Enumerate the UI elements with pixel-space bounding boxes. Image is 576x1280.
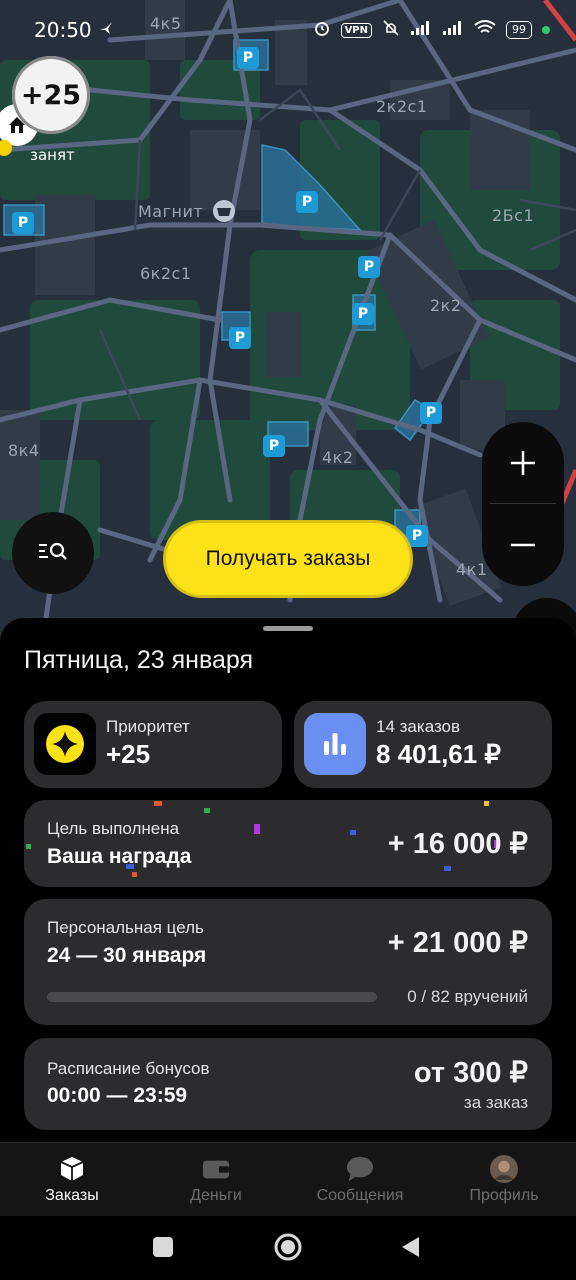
tab-profile-label: Профиль bbox=[469, 1187, 539, 1204]
map-label: 2к2 bbox=[430, 296, 462, 315]
tab-messages-label: Сообщения bbox=[316, 1187, 404, 1204]
zoom-in-button[interactable] bbox=[482, 422, 564, 504]
alarm-icon bbox=[313, 19, 331, 41]
mute-icon bbox=[382, 19, 400, 41]
goal-amount: + 16 000 ₽ bbox=[387, 828, 528, 860]
avatar-icon bbox=[490, 1155, 518, 1183]
personal-goal-dates: 24 — 30 января bbox=[47, 944, 207, 967]
privacy-dot-icon bbox=[542, 26, 550, 34]
bottom-nav: Заказы Деньги Сообщения Профиль bbox=[0, 1142, 576, 1216]
bonus-schedule-hours: 00:00 — 23:59 bbox=[47, 1084, 188, 1107]
parking-marker[interactable]: P bbox=[296, 191, 318, 213]
confetti-decoration bbox=[154, 801, 162, 806]
parking-marker[interactable]: P bbox=[12, 212, 34, 234]
bar-chart-icon bbox=[304, 713, 366, 775]
tab-profile[interactable]: Профиль bbox=[432, 1143, 576, 1217]
priority-value: +25 bbox=[106, 739, 151, 769]
map-label: 6к2с1 bbox=[140, 264, 192, 283]
minus-icon bbox=[511, 543, 535, 547]
busy-label: занят bbox=[30, 146, 75, 164]
status-icons: VPN 99 bbox=[313, 19, 550, 41]
map-label: 2к2с1 bbox=[376, 97, 428, 116]
bottom-sheet[interactable]: Пятница, 23 января Приоритет +25 14 зака… bbox=[0, 618, 576, 1142]
plus-icon bbox=[511, 451, 535, 475]
status-time: 20:50 bbox=[34, 18, 92, 42]
home-button[interactable] bbox=[273, 1232, 303, 1266]
personal-goal-card[interactable]: Персональная цель 24 — 30 января + 21 00… bbox=[24, 899, 552, 1025]
back-triangle-icon bbox=[402, 1237, 419, 1257]
zoom-controls bbox=[482, 422, 564, 586]
parking-marker[interactable]: P bbox=[352, 303, 374, 325]
search-filter-button[interactable] bbox=[12, 512, 94, 594]
chat-icon bbox=[346, 1155, 374, 1183]
tab-messages[interactable]: Сообщения bbox=[288, 1143, 432, 1217]
map-label: 8к4 bbox=[8, 441, 40, 460]
confetti-decoration bbox=[132, 872, 137, 877]
box-icon bbox=[58, 1155, 86, 1183]
battery-indicator: 99 bbox=[506, 21, 532, 39]
goal-label: Цель выполнена bbox=[47, 819, 180, 838]
wifi-icon bbox=[474, 20, 496, 40]
orders-count: 14 заказов bbox=[376, 717, 461, 736]
map-label: 2Бс1 bbox=[492, 206, 535, 225]
get-orders-button[interactable]: Получать заказы bbox=[163, 520, 413, 598]
recents-button[interactable] bbox=[152, 1236, 174, 1262]
sheet-handle[interactable] bbox=[263, 626, 313, 631]
confetti-decoration bbox=[26, 844, 31, 849]
map-label-store[interactable]: Магнит bbox=[138, 202, 203, 221]
priority-label: Приоритет bbox=[106, 717, 190, 736]
bonus-schedule-note: за заказ bbox=[463, 1093, 528, 1112]
orders-card[interactable]: 14 заказов 8 401,61 ₽ bbox=[294, 701, 552, 788]
tab-money-label: Деньги bbox=[190, 1187, 242, 1204]
priority-card[interactable]: Приоритет +25 bbox=[24, 701, 282, 788]
personal-goal-amount: + 21 000 ₽ bbox=[387, 927, 528, 959]
tab-money[interactable]: Деньги bbox=[144, 1143, 288, 1217]
signal-icon bbox=[442, 20, 464, 40]
confetti-decoration bbox=[444, 866, 451, 871]
status-bar: 20:50 VPN 99 bbox=[0, 0, 576, 62]
priority-bubble[interactable]: +25 bbox=[12, 56, 90, 134]
bonus-schedule-card[interactable]: Расписание бонусов 00:00 — 23:59 от 300 … bbox=[24, 1038, 552, 1130]
zoom-out-button[interactable] bbox=[482, 504, 564, 586]
parking-marker[interactable]: P bbox=[263, 435, 285, 457]
goal-title: Ваша награда bbox=[47, 845, 192, 868]
tab-orders-label: Заказы bbox=[45, 1187, 99, 1204]
personal-goal-progress-text: 0 / 82 вручений bbox=[407, 987, 528, 1006]
parking-marker[interactable]: P bbox=[358, 256, 380, 278]
confetti-decoration bbox=[254, 824, 260, 834]
tab-orders[interactable]: Заказы bbox=[0, 1143, 144, 1217]
bonus-schedule-label: Расписание бонусов bbox=[47, 1059, 210, 1078]
parking-marker[interactable]: P bbox=[420, 402, 442, 424]
vpn-badge: VPN bbox=[340, 22, 372, 38]
parking-marker[interactable]: P bbox=[229, 327, 251, 349]
wallet-icon bbox=[202, 1155, 230, 1183]
goal-card[interactable]: Цель выполнена Ваша награда + 16 000 ₽ bbox=[24, 800, 552, 887]
confetti-decoration bbox=[204, 808, 210, 813]
system-nav-bar bbox=[0, 1216, 576, 1280]
back-button[interactable] bbox=[399, 1235, 423, 1263]
bird-icon bbox=[98, 20, 114, 40]
personal-goal-label: Персональная цель bbox=[47, 918, 204, 937]
orders-earnings: 8 401,61 ₽ bbox=[376, 739, 501, 769]
personal-goal-progress-bar bbox=[47, 992, 377, 1002]
priority-star-icon bbox=[34, 713, 96, 775]
bonus-schedule-amount: от 300 ₽ bbox=[413, 1057, 528, 1089]
square-icon bbox=[153, 1237, 173, 1257]
confetti-decoration bbox=[350, 830, 356, 835]
confetti-decoration bbox=[484, 801, 489, 806]
home-circle-icon bbox=[274, 1233, 302, 1261]
sheet-date: Пятница, 23 января bbox=[24, 646, 254, 674]
signal-icon bbox=[410, 20, 432, 40]
map-label: 4к2 bbox=[322, 448, 354, 467]
search-list-icon bbox=[37, 539, 69, 567]
